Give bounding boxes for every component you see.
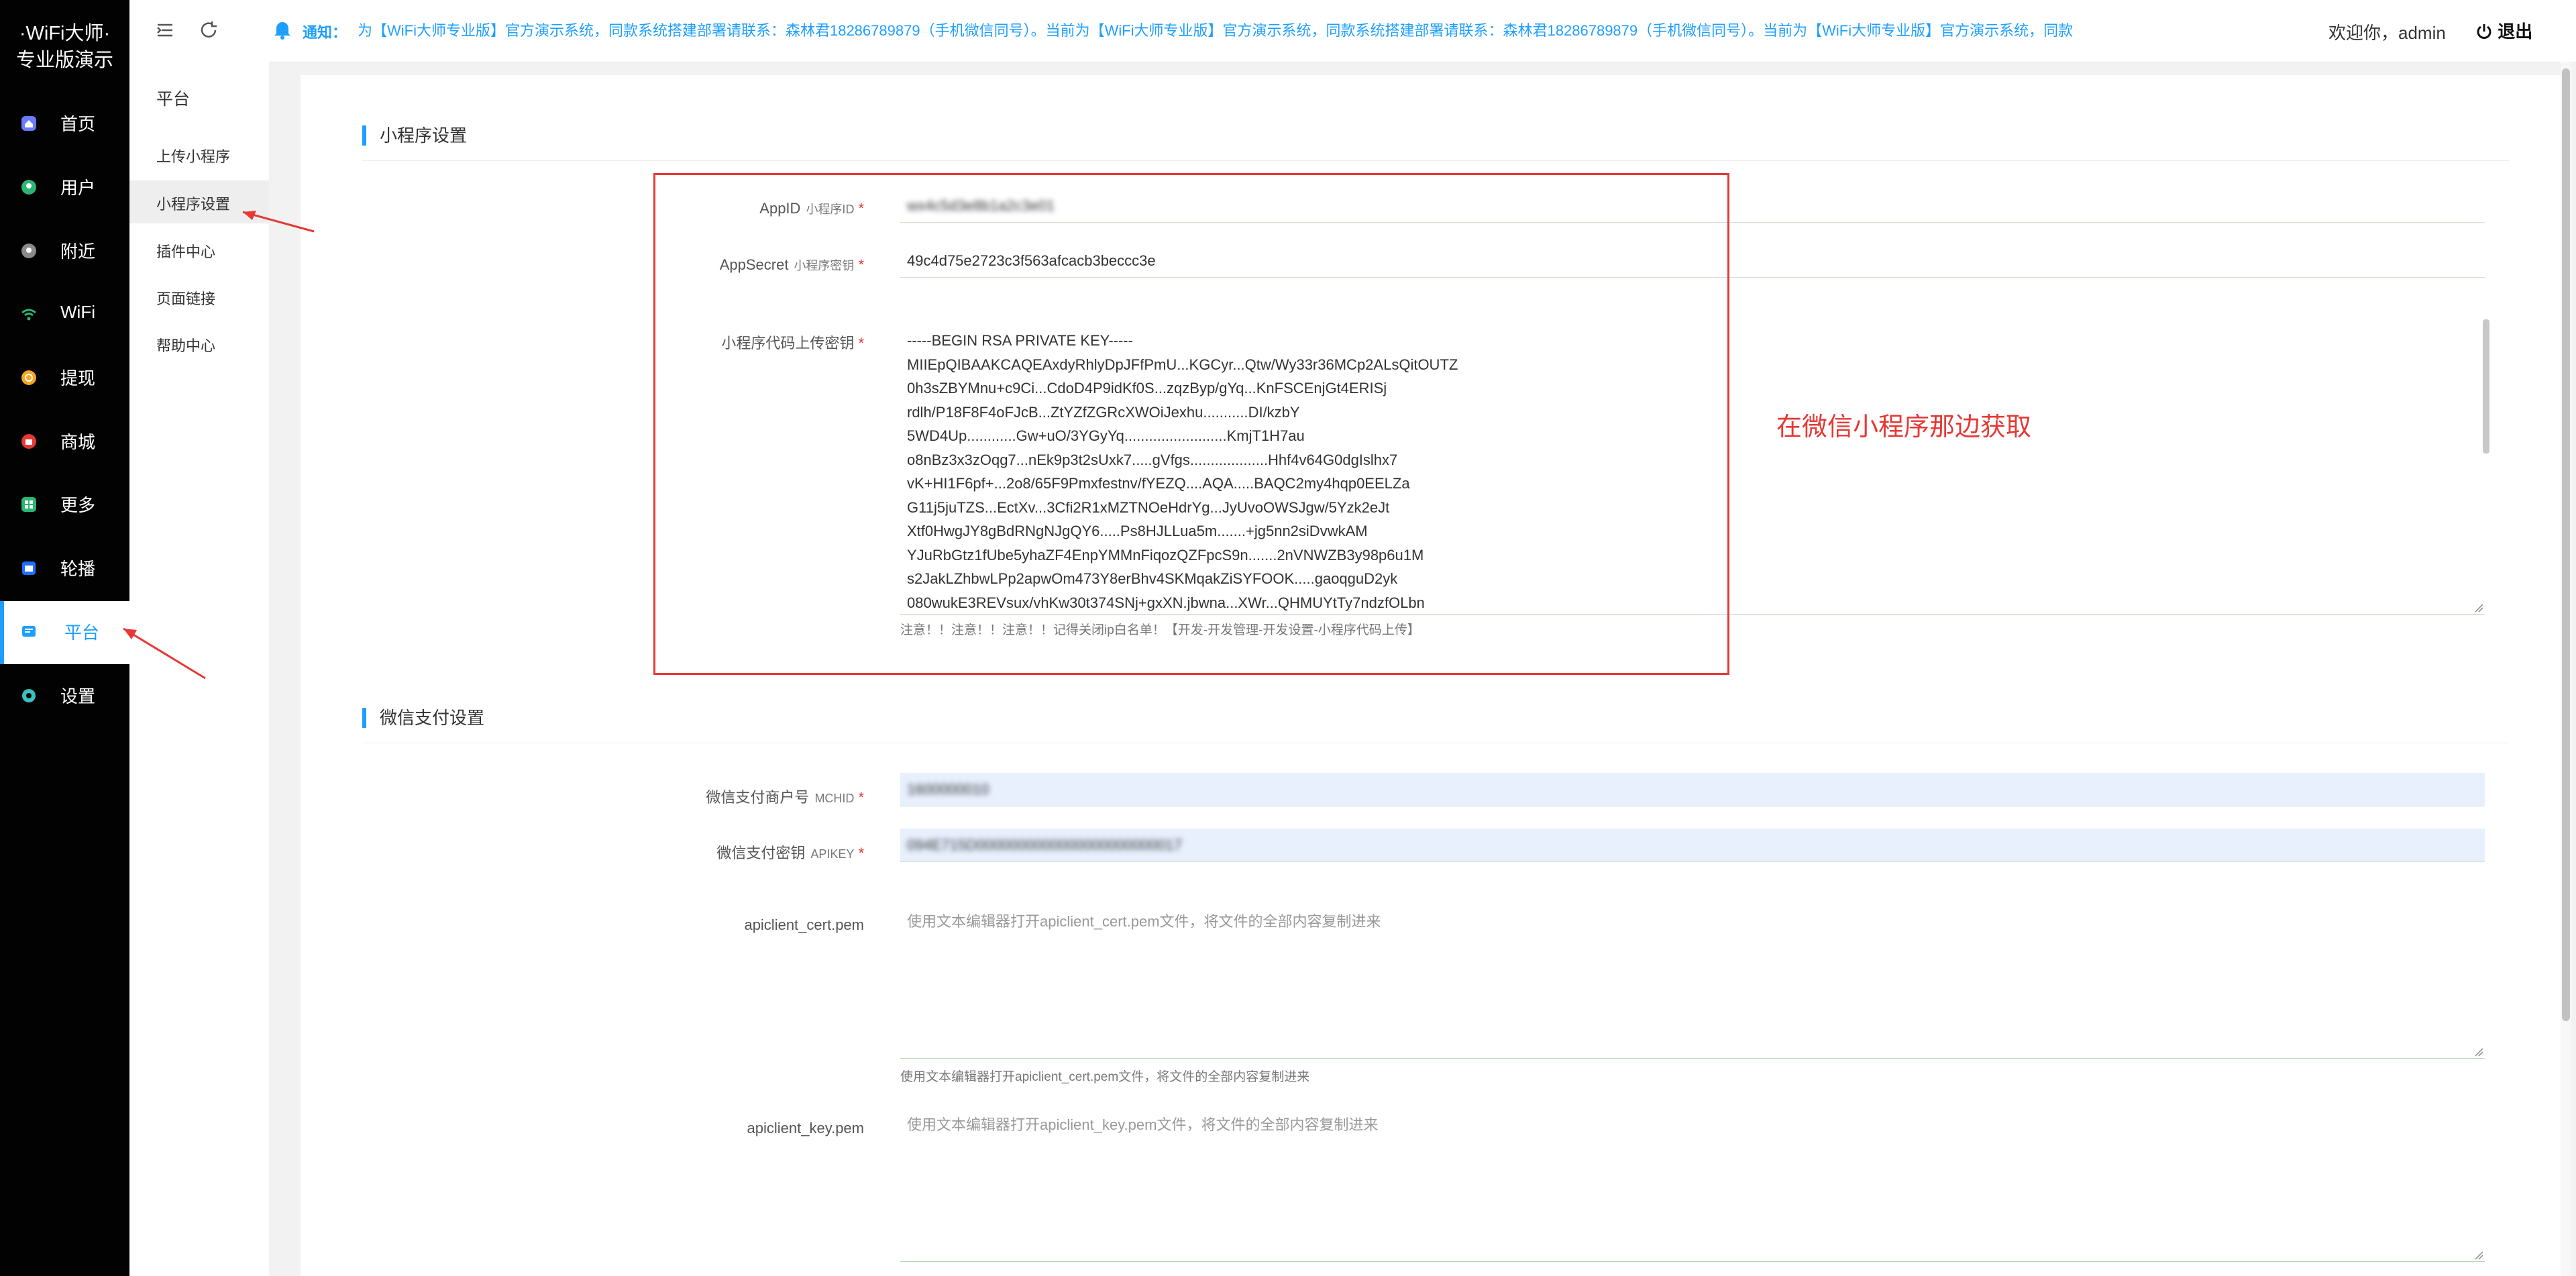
page-scrollbar-thumb[interactable] (2562, 68, 2570, 1021)
mchid-label-sub: MCHID (814, 792, 855, 805)
submenu-item-label: 页面链接 (156, 290, 216, 307)
power-icon (2477, 24, 2491, 39)
sidebar-item-label: 更多 (60, 495, 96, 515)
collapse-menu-icon[interactable] (155, 20, 175, 40)
submenu-item-label: 插件中心 (156, 244, 216, 260)
gear-icon (22, 689, 36, 702)
sidebar-item-nearby[interactable]: 附近 (0, 220, 129, 283)
sidebar-item-wifi[interactable]: WiFi (0, 284, 129, 347)
annotation-highlight-box (653, 173, 1729, 675)
shop-icon (21, 434, 36, 449)
main-sidebar: ·WiFi大师· 专业版演示 首页 用户 附近 WiFi 提现 商城 更多 轮播… (0, 0, 129, 1276)
sidebar-item-settings[interactable]: 设置 (0, 665, 129, 728)
home-icon (21, 116, 36, 131)
refresh-icon[interactable] (199, 20, 219, 40)
sidebar-item-carousel[interactable]: 轮播 (0, 537, 129, 600)
app-logo: ·WiFi大师· 专业版演示 (0, 0, 129, 71)
sidebar-item-shop[interactable]: 商城 (0, 411, 129, 474)
notice-label: 通知： (303, 24, 347, 41)
sidebar-item-label: WiFi (60, 302, 95, 322)
mchid-label: 微信支付商户号 MCHID * (301, 786, 864, 807)
welcome-text: 欢迎你，admin (2328, 23, 2446, 43)
annotation-text: 在微信小程序那边获取 (1776, 413, 2032, 441)
sidebar-item-label: 商城 (60, 432, 96, 452)
apikey-label-sub: APIKEY (810, 847, 855, 861)
submenu-item-help[interactable]: 帮助中心 (129, 322, 269, 365)
sidebar-item-label: 用户 (60, 178, 96, 198)
required-mark: * (858, 789, 864, 806)
sidebar-item-more[interactable]: 更多 (0, 474, 129, 537)
logo-line1: ·WiFi大师· (19, 23, 111, 44)
cert-textarea[interactable]: 使用文本编辑器打开apiclient_cert.pem文件，将文件的全部内容复制… (900, 900, 2485, 1059)
platform-icon (22, 626, 36, 637)
sidebar-item-label: 提现 (60, 368, 96, 388)
cert-placeholder: 使用文本编辑器打开apiclient_cert.pem文件，将文件的全部内容复制… (907, 913, 1381, 930)
required-mark: * (858, 845, 864, 861)
apikey-label-text: 微信支付密钥 (716, 845, 806, 861)
carousel-icon (22, 562, 36, 575)
annotation-arrow-icon (123, 627, 206, 680)
bell-icon (274, 22, 290, 40)
annotation-arrow-icon (242, 211, 315, 233)
sidebar-item-platform[interactable]: 平台 (0, 601, 129, 664)
cert-tip: 使用文本编辑器打开apiclient_cert.pem文件，将文件的全部内容复制… (900, 1070, 1310, 1084)
mchid-value: 1600000010 (907, 781, 989, 798)
resize-handle-icon[interactable] (2473, 1046, 2483, 1057)
sidebar-item-label: 首页 (60, 114, 96, 134)
apikey-input[interactable]: 094E715D0000000000000000000000017 (900, 829, 2485, 862)
submenu-item-label: 上传小程序 (156, 148, 231, 165)
key-placeholder: 使用文本编辑器打开apiclient_key.pem文件，将文件的全部内容复制进… (907, 1116, 1379, 1133)
coin-icon (21, 370, 36, 385)
cert-label: apiclient_cert.pem (744, 916, 864, 933)
logout-button[interactable]: 退出 (2475, 18, 2532, 43)
sidebar-item-label: 设置 (60, 686, 96, 706)
resize-handle-icon[interactable] (2473, 602, 2483, 613)
grid-icon (21, 497, 36, 512)
sidebar-item-label: 轮播 (60, 559, 96, 579)
wifi-icon (21, 309, 36, 321)
sidebar-item-label: 附近 (60, 242, 96, 262)
top-header: 通知： 为【WiFi大师专业版】官方演示系统，同款系统搭建部署请联系：森林君18… (129, 0, 2576, 62)
logout-label: 退出 (2498, 21, 2533, 42)
key-label: apiclient_key.pem (747, 1120, 864, 1136)
mchid-input[interactable]: 1600000010 (900, 773, 2485, 806)
resize-handle-icon[interactable] (2473, 1249, 2483, 1260)
apikey-value: 094E715D0000000000000000000000017 (907, 837, 1182, 853)
section-title-miniprogram: 小程序设置 (362, 125, 467, 146)
key-textarea[interactable]: 使用文本编辑器打开apiclient_key.pem文件，将文件的全部内容复制进… (900, 1104, 2485, 1262)
sidebar-item-home[interactable]: 首页 (0, 93, 129, 156)
section-title-payment: 微信支付设置 (362, 708, 484, 728)
submenu-item-label: 小程序设置 (156, 196, 231, 213)
submenu-item-page-links[interactable]: 页面链接 (129, 275, 269, 318)
logo-line2: 专业版演示 (15, 50, 113, 71)
apikey-label: 微信支付密钥 APIKEY * (301, 841, 864, 863)
section-divider (362, 160, 2509, 161)
submenu-item-label: 帮助中心 (156, 337, 216, 354)
submenu-item-upload[interactable]: 上传小程序 (129, 133, 269, 176)
sidebar-item-user[interactable]: 用户 (0, 156, 129, 219)
notice-marquee: 为【WiFi大师专业版】官方演示系统，同款系统搭建部署请联系：森林君182867… (358, 22, 2074, 39)
submenu-title: 平台 (156, 90, 191, 109)
textarea-scrollbar[interactable] (2483, 319, 2489, 454)
mchid-label-text: 微信支付商户号 (706, 789, 810, 806)
sidebar-item-withdraw[interactable]: 提现 (0, 347, 129, 410)
sidebar-item-label: 平台 (64, 623, 100, 643)
location-icon (21, 244, 36, 258)
user-icon (21, 180, 36, 195)
